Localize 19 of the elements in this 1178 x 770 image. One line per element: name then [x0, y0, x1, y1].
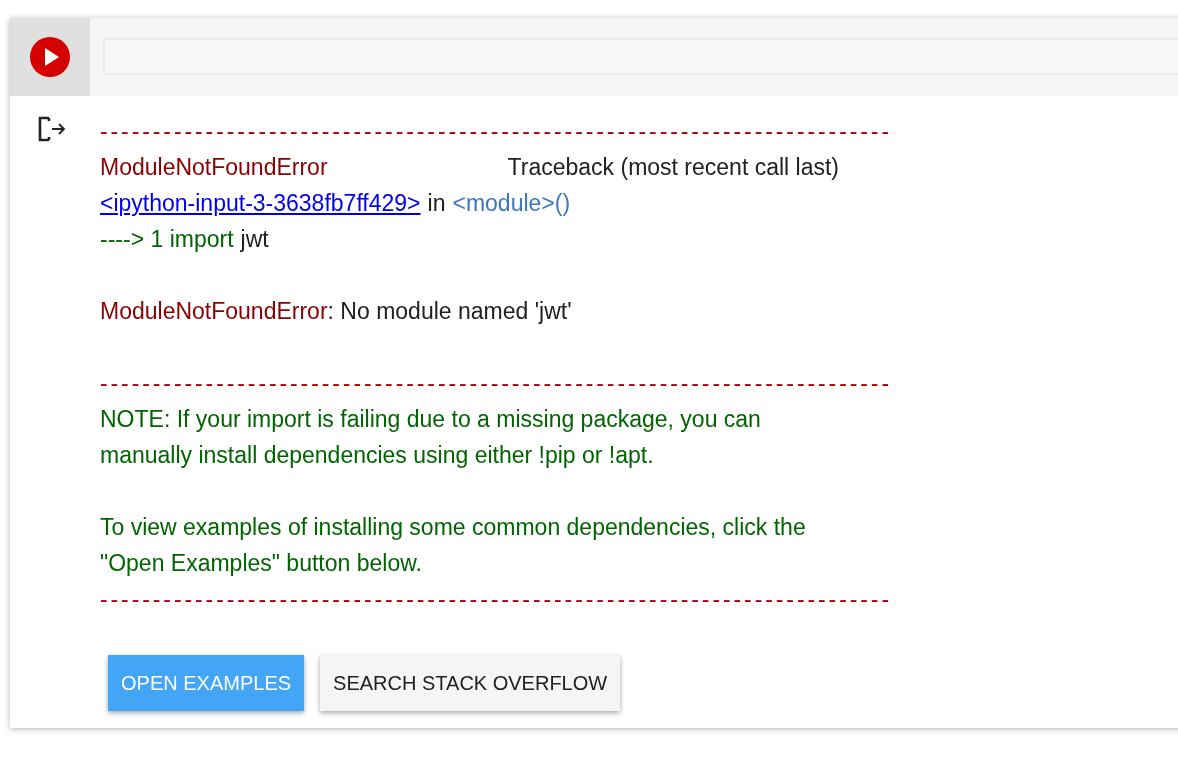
traceback-heading: Traceback (most recent call last) [507, 153, 840, 182]
output-text: manually install dependencies using either !pip or !apt. [100, 441, 654, 470]
source-link[interactable]: <ipython-input-3-3638fb7ff429> [100, 185, 421, 221]
output-text: "Open Examples" button below. [100, 549, 422, 578]
error-name: ModuleNotFoundError [100, 153, 328, 182]
output-text: ----> 1 import [100, 225, 234, 254]
output-text: jwt [240, 225, 269, 254]
output-icon [38, 116, 68, 142]
error-message: : No module named 'jwt' [327, 297, 572, 326]
output-text: To view examples of installing some common dependencies, click the [100, 513, 806, 542]
separator-line: --------------------------------------------------------------------------- [100, 117, 892, 146]
module-name: <module>() [452, 189, 571, 218]
run-button[interactable] [30, 37, 70, 77]
separator-line: --------------------------------------------------------------------------- [100, 369, 892, 398]
separator-line: --------------------------------------------------------------------------- [100, 585, 892, 614]
output-text: NOTE: If your import is failing due to a missing package, you can [100, 405, 761, 434]
output-text: in [427, 189, 446, 218]
search-button[interactable]: SEARCH STACK OVERFLOW [320, 655, 621, 711]
error-name: ModuleNotFoundError [100, 297, 328, 326]
